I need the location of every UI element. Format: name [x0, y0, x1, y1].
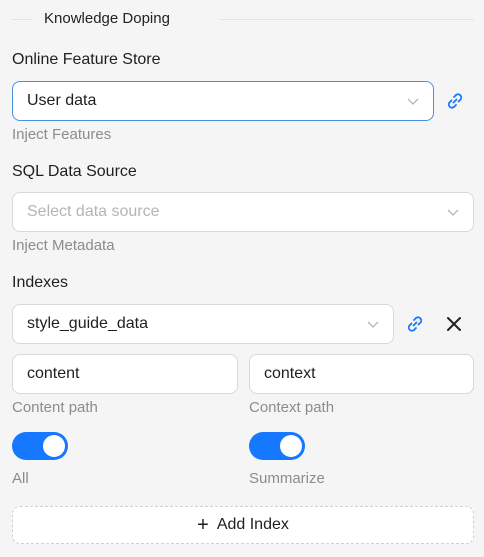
add-index-label: Add Index — [216, 516, 289, 533]
feature-store-value: User data — [27, 92, 97, 109]
sql-source-placeholder: Select data source — [27, 203, 160, 220]
context-path-value: context — [264, 365, 316, 382]
index-select[interactable]: style_guide_data — [12, 304, 394, 344]
add-index-button[interactable]: + Add Index — [12, 506, 474, 544]
index-value: style_guide_data — [27, 315, 148, 332]
context-path-help: Context path — [249, 399, 335, 416]
section-title: Knowledge Doping — [44, 10, 170, 27]
divider-line-right — [219, 19, 474, 20]
plus-icon: + — [197, 514, 209, 536]
indexes-label: Indexes — [12, 274, 69, 291]
remove-index-icon[interactable]: X — [446, 316, 462, 332]
chevron-down-icon — [407, 98, 419, 105]
summarize-toggle[interactable] — [249, 432, 305, 460]
chevron-down-icon — [367, 321, 379, 328]
sql-source-label: SQL Data Source — [12, 163, 137, 180]
sql-source-help: Inject Metadata — [12, 237, 115, 254]
content-path-help: Content path — [12, 399, 98, 416]
section-divider: Knowledge Doping — [12, 8, 474, 30]
feature-store-select[interactable]: User data — [12, 81, 434, 121]
feature-store-help: Inject Features — [12, 126, 112, 143]
sql-source-select[interactable]: Select data source — [12, 192, 474, 232]
all-toggle-label: All — [12, 470, 29, 487]
divider-line-left — [12, 19, 32, 20]
chevron-down-icon — [447, 209, 459, 216]
toggle-knob — [43, 435, 65, 457]
feature-store-label: Online Feature Store — [12, 51, 161, 68]
toggle-knob — [280, 435, 302, 457]
link-icon[interactable] — [445, 91, 465, 111]
content-path-input[interactable]: content — [12, 354, 238, 394]
summarize-toggle-label: Summarize — [249, 470, 325, 487]
context-path-input[interactable]: context — [249, 354, 474, 394]
index-link-icon[interactable] — [405, 314, 425, 334]
all-toggle[interactable] — [12, 432, 68, 460]
content-path-value: content — [27, 365, 80, 382]
